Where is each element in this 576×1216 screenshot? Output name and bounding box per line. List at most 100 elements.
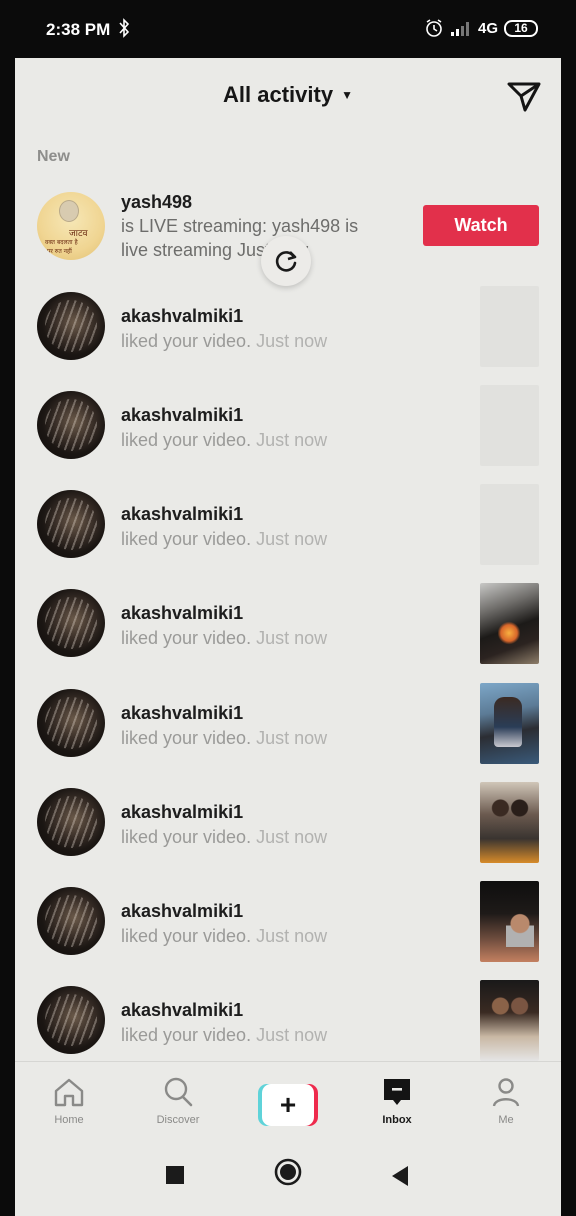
username[interactable]: akashvalmiki1 bbox=[121, 703, 243, 724]
list-item[interactable]: akashvalmiki1 liked your video. Just now bbox=[15, 286, 561, 385]
back-button[interactable] bbox=[390, 1165, 410, 1192]
system-nav-bar bbox=[15, 1141, 561, 1216]
plus-icon: + bbox=[262, 1084, 314, 1126]
avatar[interactable] bbox=[37, 292, 105, 360]
timestamp: Just now bbox=[256, 628, 328, 648]
timestamp: Just now bbox=[256, 926, 328, 946]
video-thumbnail[interactable] bbox=[480, 385, 539, 466]
bottom-nav: Home Discover + Inbox Me bbox=[15, 1061, 561, 1141]
username[interactable]: akashvalmiki1 bbox=[121, 405, 243, 426]
timestamp: Just now bbox=[256, 430, 328, 450]
profile-icon bbox=[492, 1078, 520, 1107]
bluetooth-icon bbox=[118, 18, 130, 43]
video-thumbnail[interactable] bbox=[480, 484, 539, 565]
activity-screen: All activity ▼ New जाटव वक्त बदलता है पर … bbox=[15, 58, 561, 1216]
activity-filter-dropdown[interactable]: All activity ▼ bbox=[15, 82, 561, 108]
list-item[interactable]: akashvalmiki1 liked your video. Just now bbox=[15, 583, 561, 682]
username[interactable]: akashvalmiki1 bbox=[121, 901, 243, 922]
nav-home-label: Home bbox=[54, 1114, 84, 1126]
caret-down-icon: ▼ bbox=[341, 88, 353, 102]
activity-message: liked your video. Just now bbox=[121, 1025, 327, 1046]
activity-message: liked your video. Just now bbox=[121, 926, 327, 947]
video-thumbnail[interactable] bbox=[480, 286, 539, 367]
timestamp: Just now bbox=[256, 529, 328, 549]
timestamp: Just now bbox=[256, 728, 328, 748]
username[interactable]: akashvalmiki1 bbox=[121, 1000, 243, 1021]
video-thumbnail[interactable] bbox=[480, 881, 539, 962]
activity-message: liked your video. Just now bbox=[121, 827, 327, 848]
username[interactable]: akashvalmiki1 bbox=[121, 504, 243, 525]
list-item-live[interactable]: जाटव वक्त बदलता है पर रुत नहीं yash498 i… bbox=[15, 186, 561, 286]
activity-message: liked your video. Just now bbox=[121, 628, 327, 649]
refresh-icon bbox=[275, 251, 297, 272]
video-thumbnail[interactable] bbox=[480, 980, 539, 1061]
activity-action: liked your video. bbox=[121, 1025, 252, 1045]
nav-me[interactable]: Me bbox=[466, 1076, 546, 1126]
username[interactable]: akashvalmiki1 bbox=[121, 802, 243, 823]
nav-inbox[interactable]: Inbox bbox=[357, 1076, 437, 1126]
timestamp: Just now bbox=[256, 1025, 328, 1045]
nav-me-label: Me bbox=[498, 1114, 514, 1126]
status-bar: 2:38 PM 4G 16 bbox=[0, 0, 576, 58]
avatar[interactable] bbox=[37, 490, 105, 558]
activity-action: liked your video. bbox=[121, 926, 252, 946]
nav-home[interactable]: Home bbox=[29, 1076, 109, 1126]
watch-button[interactable]: Watch bbox=[423, 205, 539, 246]
timestamp: Just now bbox=[256, 331, 328, 351]
username[interactable]: yash498 bbox=[121, 192, 192, 213]
alarm-icon bbox=[426, 19, 442, 37]
username[interactable]: akashvalmiki1 bbox=[121, 603, 243, 624]
battery-indicator: 16 bbox=[504, 19, 538, 37]
nav-inbox-label: Inbox bbox=[382, 1114, 412, 1126]
nav-discover-label: Discover bbox=[156, 1114, 200, 1126]
activity-action: liked your video. bbox=[121, 430, 252, 450]
video-thumbnail[interactable] bbox=[480, 583, 539, 664]
activity-action: liked your video. bbox=[121, 331, 252, 351]
section-label-new: New bbox=[37, 148, 70, 165]
inbox-icon bbox=[384, 1079, 410, 1105]
list-item[interactable]: akashvalmiki1 liked your video. Just now bbox=[15, 683, 561, 782]
list-item[interactable]: akashvalmiki1 liked your video. Just now bbox=[15, 881, 561, 980]
direct-message-button[interactable] bbox=[505, 78, 543, 114]
avatar-figure bbox=[59, 200, 79, 222]
avatar[interactable] bbox=[37, 391, 105, 459]
avatar[interactable] bbox=[37, 788, 105, 856]
activity-action: liked your video. bbox=[121, 529, 252, 549]
home-icon bbox=[54, 1078, 84, 1107]
avatar[interactable] bbox=[37, 589, 105, 657]
list-item[interactable]: akashvalmiki1 liked your video. Just now bbox=[15, 385, 561, 484]
avatar[interactable]: जाटव वक्त बदलता है पर रुत नहीं bbox=[37, 192, 105, 260]
activity-action: liked your video. bbox=[121, 728, 252, 748]
avatar-text: पर रुत नहीं bbox=[47, 248, 72, 255]
avatar[interactable] bbox=[37, 689, 105, 757]
activity-action: liked your video. bbox=[121, 628, 252, 648]
back-triangle-icon bbox=[392, 1166, 408, 1186]
circle-icon bbox=[274, 1158, 302, 1186]
activity-message: liked your video. Just now bbox=[121, 728, 327, 749]
status-time: 2:38 PM bbox=[46, 20, 111, 39]
activity-message: liked your video. Just now bbox=[121, 430, 327, 451]
square-icon bbox=[166, 1166, 184, 1184]
video-thumbnail[interactable] bbox=[480, 782, 539, 863]
activity-action: liked your video. bbox=[121, 827, 252, 847]
list-item[interactable]: akashvalmiki1 liked your video. Just now bbox=[15, 484, 561, 583]
username[interactable]: akashvalmiki1 bbox=[121, 306, 243, 327]
signal-icon bbox=[450, 22, 469, 36]
avatar[interactable] bbox=[37, 986, 105, 1054]
timestamp: Just now bbox=[256, 827, 328, 847]
recents-button[interactable] bbox=[165, 1165, 185, 1190]
home-system-button[interactable] bbox=[273, 1157, 303, 1192]
create-button[interactable]: + bbox=[258, 1084, 318, 1126]
header: All activity ▼ bbox=[15, 58, 561, 138]
nav-discover[interactable]: Discover bbox=[138, 1076, 218, 1126]
search-icon bbox=[164, 1077, 193, 1107]
loading-spinner bbox=[261, 236, 311, 286]
activity-message: liked your video. Just now bbox=[121, 331, 327, 352]
activity-message: liked your video. Just now bbox=[121, 529, 327, 550]
direct-message-icon bbox=[507, 82, 541, 112]
avatar[interactable] bbox=[37, 887, 105, 955]
live-message: is LIVE streaming: yash498 is live strea… bbox=[121, 216, 359, 260]
list-item[interactable]: akashvalmiki1 liked your video. Just now bbox=[15, 782, 561, 881]
video-thumbnail[interactable] bbox=[480, 683, 539, 764]
page-title: All activity bbox=[223, 82, 334, 107]
